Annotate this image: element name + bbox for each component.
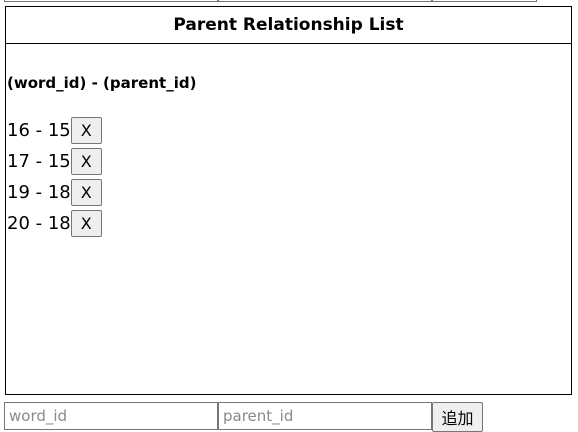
delete-button[interactable]: X bbox=[70, 117, 102, 144]
delete-button[interactable]: X bbox=[70, 210, 102, 237]
relationship-label: 17 - 15 bbox=[7, 150, 71, 172]
cropped-button bbox=[432, 0, 537, 2]
word-id-input[interactable] bbox=[4, 402, 218, 430]
relationship-label: 16 - 15 bbox=[7, 119, 71, 141]
relationship-label: 20 - 18 bbox=[7, 212, 71, 234]
add-button[interactable]: 追加 bbox=[432, 402, 483, 432]
previous-form-fragment bbox=[0, 0, 578, 4]
parent-relationship-panel: Parent Relationship List (word_id) - (pa… bbox=[5, 6, 572, 395]
delete-button[interactable]: X bbox=[70, 148, 102, 175]
list-item: 17 - 15 X bbox=[7, 146, 571, 177]
delete-button[interactable]: X bbox=[70, 179, 102, 206]
relationship-list: 16 - 15 X 17 - 15 X 19 - 18 X 20 - 18 X bbox=[7, 115, 571, 239]
column-header: (word_id) - (parent_id) bbox=[7, 74, 197, 92]
list-item: 19 - 18 X bbox=[7, 177, 571, 208]
parent-id-input[interactable] bbox=[218, 402, 432, 430]
relationship-label: 19 - 18 bbox=[7, 181, 71, 203]
cropped-input-right bbox=[218, 0, 432, 2]
panel-title: Parent Relationship List bbox=[6, 7, 571, 44]
cropped-input-left bbox=[4, 0, 218, 2]
list-item: 16 - 15 X bbox=[7, 115, 571, 146]
list-item: 20 - 18 X bbox=[7, 208, 571, 239]
